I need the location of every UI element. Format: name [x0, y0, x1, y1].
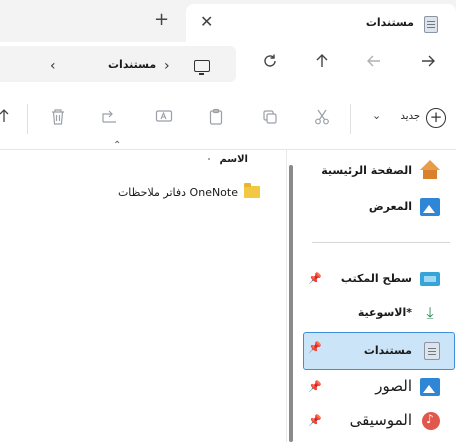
sort-arrow-icon: ⌃	[113, 140, 122, 151]
rename-icon[interactable]	[154, 108, 174, 128]
pin-icon[interactable]: 📌	[308, 380, 322, 393]
share-icon[interactable]	[100, 108, 120, 128]
folder-icon	[244, 183, 260, 198]
sidebar-separator	[312, 242, 450, 243]
sidebar-item-label: الصور	[375, 377, 412, 395]
new-button[interactable]: ⌄ جديد +	[372, 106, 456, 132]
sidebar-item-documents[interactable]: 📌 مستندات	[303, 332, 455, 370]
sidebar-item-gallery[interactable]: المعرض	[304, 192, 454, 222]
sidebar-item-label: سطح المكتب	[340, 272, 412, 285]
sidebar-item-downloads[interactable]: الاسوعية* ⤓	[304, 298, 454, 328]
new-tab-button[interactable]: +	[154, 11, 169, 29]
address-bar: ‹ مستندات ›	[0, 42, 456, 88]
toolbar-separator	[27, 104, 28, 134]
documents-folder-icon	[424, 16, 438, 33]
breadcrumb-documents[interactable]: مستندات	[108, 58, 156, 71]
home-icon	[420, 160, 440, 170]
new-button-label: جديد	[400, 111, 420, 122]
column-divider	[208, 158, 210, 160]
sort-icon[interactable]	[0, 108, 14, 128]
list-item-label: دفاتر ملاحظات OneNote	[117, 186, 238, 199]
pane-divider[interactable]	[286, 150, 287, 442]
back-icon[interactable]	[366, 53, 382, 72]
monitor-icon[interactable]	[194, 60, 210, 75]
sidebar-item-label: مستندات	[363, 344, 412, 357]
toolbar-separator	[350, 104, 351, 134]
command-toolbar: ⌄ جديد +	[0, 88, 456, 150]
forward-icon[interactable]	[420, 53, 436, 72]
gallery-icon	[420, 198, 440, 216]
pin-icon[interactable]: 📌	[308, 414, 322, 427]
tab-title: مستندات	[365, 16, 414, 29]
delete-icon[interactable]	[48, 108, 68, 128]
pictures-icon	[420, 378, 440, 396]
close-tab-icon[interactable]: ✕	[200, 12, 213, 31]
desktop-icon	[420, 272, 440, 286]
sidebar-item-label: الاسوعية*	[357, 306, 412, 319]
navigation-pane: الصفحة الرئيسية المعرض 📌 سطح المكتب الاس…	[296, 150, 456, 442]
documents-icon	[424, 342, 440, 360]
chevron-right-icon[interactable]: ›	[164, 58, 170, 74]
download-icon: ⤓	[426, 303, 434, 322]
music-icon	[422, 412, 440, 430]
sidebar-item-home[interactable]: الصفحة الرئيسية	[304, 156, 454, 186]
pin-icon[interactable]: 📌	[308, 272, 322, 285]
cut-icon[interactable]	[312, 108, 332, 128]
home-icon-body	[423, 170, 437, 179]
new-icon: +	[426, 108, 446, 128]
tab-documents[interactable]: ✕ مستندات	[186, 4, 456, 42]
up-icon[interactable]	[314, 53, 330, 72]
chevron-down-icon: ⌄	[372, 109, 382, 122]
sidebar-item-pictures[interactable]: 📌 الصور	[304, 372, 454, 402]
list-item[interactable]: دفاتر ملاحظات OneNote	[117, 182, 286, 204]
breadcrumb-field[interactable]: ‹ مستندات ›	[0, 46, 236, 82]
sidebar-item-desktop[interactable]: 📌 سطح المكتب	[304, 264, 454, 294]
sidebar-item-label: الموسيقى	[349, 411, 412, 429]
chevron-left-icon[interactable]: ‹	[50, 58, 56, 74]
column-header-name[interactable]: الاسم	[219, 154, 248, 165]
paste-icon[interactable]	[206, 108, 226, 128]
sidebar-item-label: المعرض	[368, 200, 412, 213]
refresh-icon[interactable]	[262, 53, 278, 72]
copy-icon[interactable]	[260, 108, 280, 128]
file-list: ⌃ الاسم دفاتر ملاحظات OneNote	[0, 140, 286, 442]
scrollbar[interactable]	[289, 165, 293, 442]
title-bar: + ✕ مستندات	[0, 0, 456, 42]
sidebar-item-music[interactable]: 📌 الموسيقى	[304, 406, 454, 436]
sidebar-item-label: الصفحة الرئيسية	[321, 164, 412, 177]
pin-icon[interactable]: 📌	[308, 341, 322, 354]
